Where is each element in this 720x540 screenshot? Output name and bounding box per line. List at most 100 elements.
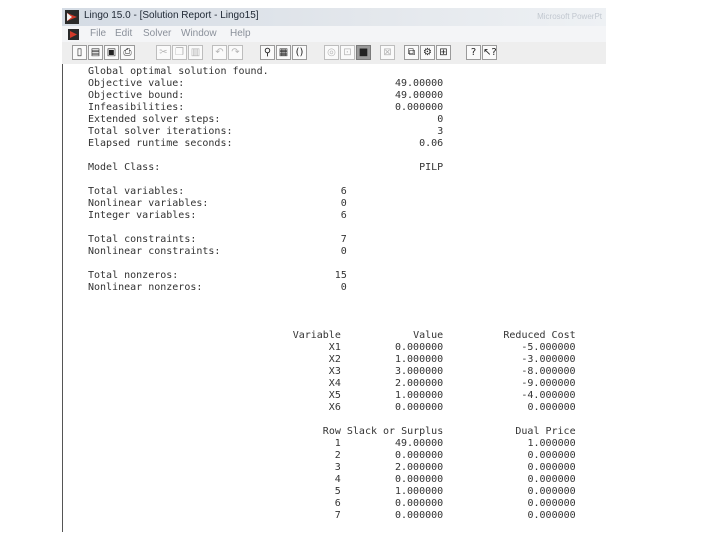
variable-cell: 1.000000 bbox=[395, 354, 444, 365]
menu-file[interactable]: File bbox=[90, 28, 106, 39]
rows-header: Dual Price bbox=[515, 426, 576, 437]
stat-value: 0 bbox=[340, 198, 347, 209]
redo-icon[interactable]: ↷ bbox=[228, 45, 243, 60]
lingo-app-icon[interactable] bbox=[65, 10, 79, 24]
variable-cell: -3.000000 bbox=[521, 354, 576, 365]
row-cell: 0.000000 bbox=[527, 474, 576, 485]
menu-help[interactable]: Help bbox=[230, 28, 251, 39]
summary-label: Extended solver steps: bbox=[88, 114, 221, 125]
variable-cell: -9.000000 bbox=[521, 378, 576, 389]
row-cell: 1.000000 bbox=[395, 486, 444, 497]
summary-label: Objective value: bbox=[88, 78, 185, 89]
paste-icon[interactable]: ▥ bbox=[188, 45, 203, 60]
stop-icon[interactable]: ■ bbox=[356, 45, 371, 60]
row-cell: 0.000000 bbox=[527, 462, 576, 473]
row-cell: 0.000000 bbox=[395, 474, 444, 485]
row-number: 5 bbox=[334, 486, 341, 497]
toolbar: ▯ ▤ ▣ ⎙ ✂ ❐ ▥ ↶ ↷ ⚲ ▦() ◎ ⊡ ■ ⊠ ⧉ ⚙ ⊞? ↖? bbox=[62, 42, 606, 65]
summary-value: 3 bbox=[437, 126, 444, 137]
variable-name: X1 bbox=[328, 342, 341, 353]
variable-cell: -5.000000 bbox=[521, 342, 576, 353]
summary-value: 49.00000 bbox=[395, 78, 444, 89]
stat-value: 7 bbox=[340, 234, 347, 245]
find-icon[interactable]: ⚲ bbox=[260, 45, 275, 60]
copy-icon[interactable]: ❐ bbox=[172, 45, 187, 60]
variable-cell: 0.000000 bbox=[527, 402, 576, 413]
stat-value: 6 bbox=[340, 186, 347, 197]
help-icon[interactable]: ? bbox=[466, 45, 481, 60]
row-cell: 0.000000 bbox=[527, 498, 576, 509]
menu-edit[interactable]: Edit bbox=[115, 28, 132, 39]
close-all-icon[interactable]: ⊠ bbox=[380, 45, 395, 60]
row-cell: 0.000000 bbox=[527, 510, 576, 521]
menu-solver[interactable]: Solver bbox=[143, 28, 171, 39]
stat-label: Nonlinear constraints: bbox=[88, 246, 221, 257]
solution-icon[interactable]: ⊡ bbox=[340, 45, 355, 60]
row-cell: 0.000000 bbox=[527, 486, 576, 497]
variable-cell: 0.000000 bbox=[395, 342, 444, 353]
stat-value: 15 bbox=[334, 270, 347, 281]
title-bar[interactable]: Lingo 15.0 - [Solution Report - Lingo15]… bbox=[62, 8, 606, 26]
undo-icon[interactable]: ↶ bbox=[212, 45, 227, 60]
row-number: 7 bbox=[334, 510, 341, 521]
row-cell: 49.00000 bbox=[395, 438, 444, 449]
new-file-icon[interactable]: ▯ bbox=[72, 45, 87, 60]
menu-window[interactable]: Window bbox=[181, 28, 217, 39]
solution-report[interactable]: Global optimal solution found. Objective … bbox=[62, 64, 606, 532]
variable-name: X5 bbox=[328, 390, 341, 401]
row-number: 4 bbox=[334, 474, 341, 485]
summary-label: Objective bound: bbox=[88, 90, 185, 101]
summary-value: 0 bbox=[437, 114, 444, 125]
summary-label: Total solver iterations: bbox=[88, 126, 233, 137]
open-file-icon[interactable]: ▤ bbox=[88, 45, 103, 60]
solve-icon[interactable]: ◎ bbox=[324, 45, 339, 60]
variable-name: X3 bbox=[328, 366, 341, 377]
variable-cell: -8.000000 bbox=[521, 366, 576, 377]
row-cell: 0.000000 bbox=[395, 450, 444, 461]
variable-name: X4 bbox=[328, 378, 341, 389]
variables-header: Value bbox=[413, 330, 444, 341]
stat-value: 6 bbox=[340, 210, 347, 221]
row-number: 6 bbox=[334, 498, 341, 509]
variable-cell: -4.000000 bbox=[521, 390, 576, 401]
tile-windows-icon[interactable]: ⊞ bbox=[436, 45, 451, 60]
variable-cell: 1.000000 bbox=[395, 390, 444, 401]
stat-value: 0 bbox=[340, 282, 347, 293]
stat-label: Integer variables: bbox=[88, 210, 197, 221]
stat-label: Total nonzeros: bbox=[88, 270, 179, 281]
context-help-icon[interactable]: ↖? bbox=[482, 45, 497, 60]
variable-name: X2 bbox=[328, 354, 341, 365]
summary-value: 0.06 bbox=[419, 138, 444, 149]
stat-label: Total constraints: bbox=[88, 234, 197, 245]
document-system-menu-icon[interactable] bbox=[68, 29, 79, 40]
row-cell: 2.000000 bbox=[395, 462, 444, 473]
summary-value: 0.000000 bbox=[395, 102, 444, 113]
save-icon[interactable]: ▣ bbox=[104, 45, 119, 60]
rows-header: Row bbox=[322, 426, 341, 437]
stat-label: Total variables: bbox=[88, 186, 185, 197]
send-to-back-icon[interactable]: ⧉ bbox=[404, 45, 419, 60]
row-number: 2 bbox=[334, 450, 341, 461]
summary-label: Global optimal solution found. bbox=[88, 66, 269, 77]
stat-label: Nonlinear nonzeros: bbox=[88, 282, 203, 293]
goto-line-icon[interactable]: ▦ bbox=[276, 45, 291, 60]
menu-bar: File Edit Solver Window Help bbox=[62, 26, 606, 42]
window-title: Lingo 15.0 - [Solution Report - Lingo15] bbox=[84, 10, 259, 21]
rows-header: Slack or Surplus bbox=[346, 426, 444, 437]
variable-name: X6 bbox=[328, 402, 341, 413]
row-cell: 1.000000 bbox=[527, 438, 576, 449]
summary-label: Infeasibilities: bbox=[88, 102, 185, 113]
variable-cell: 3.000000 bbox=[395, 366, 444, 377]
variables-header: Reduced Cost bbox=[503, 330, 576, 341]
print-icon[interactable]: ⎙ bbox=[120, 45, 135, 60]
variable-cell: 0.000000 bbox=[395, 402, 444, 413]
match-paren-icon[interactable]: () bbox=[292, 45, 307, 60]
options-icon[interactable]: ⚙ bbox=[420, 45, 435, 60]
summary-value: 49.00000 bbox=[395, 90, 444, 101]
row-cell: 0.000000 bbox=[527, 450, 576, 461]
row-number: 1 bbox=[334, 438, 341, 449]
row-cell: 0.000000 bbox=[395, 498, 444, 509]
row-number: 3 bbox=[334, 462, 341, 473]
cut-icon[interactable]: ✂ bbox=[156, 45, 171, 60]
background-window-title: Microsoft PowerPt bbox=[537, 12, 602, 21]
